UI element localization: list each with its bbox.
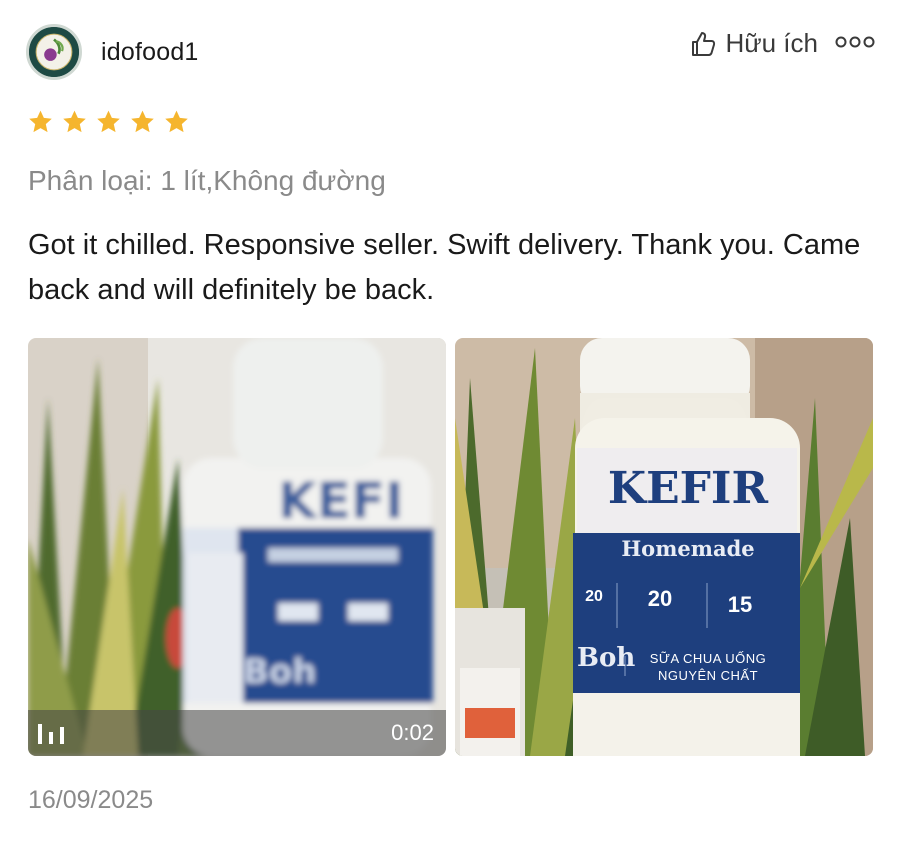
username[interactable]: idofood1: [101, 38, 199, 67]
star-icon: [29, 110, 52, 133]
svg-text:Boh: Boh: [243, 652, 316, 692]
product-stat-1: 20: [585, 588, 603, 605]
video-duration: 0:02: [391, 720, 434, 745]
video-thumbnail: KEFI Boh: [28, 338, 446, 756]
review-video[interactable]: KEFI Boh 0:02: [28, 338, 446, 756]
helpful-button[interactable]: Hữu ích: [689, 28, 818, 59]
review-comment: Got it chilled. Responsive seller. Swift…: [28, 229, 861, 306]
avatar-logo: [29, 27, 79, 77]
product-brand: KEFIR: [607, 463, 769, 514]
variant-label: Phân loại: 1 lít,Không đường: [28, 165, 386, 196]
product-maker: Boh: [577, 643, 636, 673]
product-subtitle: Homemade: [621, 536, 755, 561]
avatar[interactable]: [26, 24, 82, 80]
review-header: idofood1 Hữu ích: [26, 24, 876, 80]
star-icon: [165, 110, 188, 133]
helpful-label: Hữu ích: [725, 28, 818, 58]
star-icon: [131, 110, 154, 133]
product-line-2: NGUYÊN CHẤT: [657, 668, 759, 683]
product-line-1: SỮA CHUA UỐNG: [649, 651, 767, 666]
review-date: 16/09/2025: [28, 786, 154, 814]
video-controls: 0:02: [28, 710, 446, 756]
product-stat-2: 20: [647, 586, 673, 611]
svg-text:KEFI: KEFI: [278, 472, 404, 530]
review-photo[interactable]: KEFIR Homemade 20 20 15 Boh SỮA CHUA UỐN…: [455, 338, 873, 756]
product-stat-3: 15: [727, 592, 753, 617]
star-icon: [97, 110, 120, 133]
video-bars-icon: [36, 722, 68, 746]
star-icon: [63, 110, 86, 133]
more-options-icon[interactable]: [834, 30, 876, 54]
thumbs-up-icon: [689, 30, 717, 58]
rating-stars: [27, 109, 190, 135]
